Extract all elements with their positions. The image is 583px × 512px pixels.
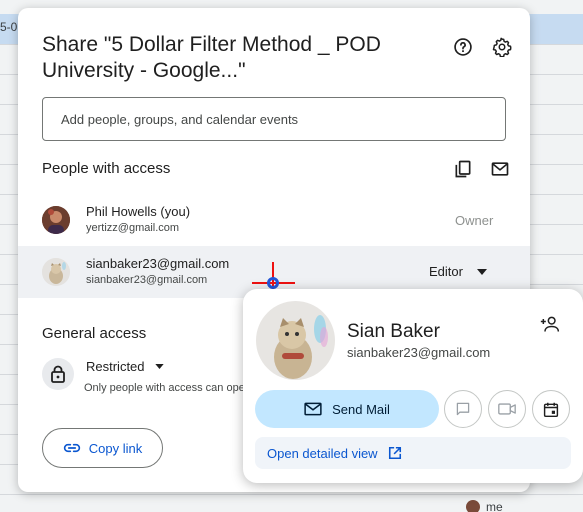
role-label: Editor xyxy=(429,264,463,279)
chat-button[interactable] xyxy=(444,390,482,428)
person-name: Phil Howells (you) xyxy=(86,204,191,219)
video-icon xyxy=(498,403,516,415)
bg-cell-text: 5-0 xyxy=(0,20,18,34)
avatar xyxy=(42,258,70,286)
schedule-event-button[interactable] xyxy=(532,390,570,428)
send-mail-label: Send Mail xyxy=(332,401,390,417)
person-hover-card: Sian Baker sianbaker23@gmail.com Send Ma… xyxy=(243,289,583,483)
open-detailed-view-link[interactable]: Open detailed view xyxy=(255,437,571,469)
mail-icon[interactable] xyxy=(489,158,511,180)
link-icon xyxy=(63,443,80,453)
person-name: sianbaker23@gmail.com xyxy=(86,256,230,271)
video-call-button[interactable] xyxy=(488,390,526,428)
bg-me-label: me xyxy=(486,500,503,512)
people-with-access-heading: People with access xyxy=(42,160,171,177)
add-people-placeholder: Add people, groups, and calendar events xyxy=(61,111,299,127)
add-people-input[interactable]: Add people, groups, and calendar events xyxy=(42,97,506,141)
person-email: sianbaker23@gmail.com xyxy=(86,274,208,286)
card-name: Sian Baker xyxy=(347,321,440,342)
role-dropdown[interactable]: Editor xyxy=(429,264,487,279)
calendar-icon xyxy=(543,402,559,417)
open-detail-label: Open detailed view xyxy=(267,445,378,461)
copy-link-button[interactable]: Copy link xyxy=(42,428,163,468)
bg-gridline xyxy=(0,494,583,495)
card-email: sianbaker23@gmail.com xyxy=(347,345,491,360)
dialog-title: Share "5 Dollar Filter Method _ POD Univ… xyxy=(42,33,381,82)
access-description: Only people with access can open with th… xyxy=(84,382,244,394)
person-email: yertizz@gmail.com xyxy=(86,222,180,234)
external-link-icon xyxy=(388,446,401,460)
gear-icon[interactable] xyxy=(491,36,513,58)
mail-icon xyxy=(304,402,322,416)
person-row[interactable]: Phil Howells (you) yertizz@gmail.com Own… xyxy=(18,194,530,246)
access-level-label: Restricted xyxy=(86,359,145,374)
chat-icon xyxy=(456,402,470,416)
copy-link-label: Copy link xyxy=(88,440,143,456)
access-level-dropdown[interactable]: Restricted xyxy=(86,359,164,374)
help-circle-icon[interactable] xyxy=(452,36,474,58)
avatar xyxy=(256,301,335,380)
add-person-icon[interactable] xyxy=(539,313,561,335)
general-access-heading: General access xyxy=(42,325,147,342)
role-owner: Owner xyxy=(455,213,494,228)
chevron-down-icon xyxy=(154,364,164,369)
chevron-down-icon xyxy=(476,268,487,275)
lock-icon xyxy=(42,358,74,390)
send-mail-button[interactable]: Send Mail xyxy=(255,390,439,428)
avatar xyxy=(42,206,70,234)
bg-me-chip: me xyxy=(466,500,503,512)
cursor-crosshair-center xyxy=(267,277,279,289)
copy-icon[interactable] xyxy=(452,158,474,180)
bg-me-avatar xyxy=(466,500,480,512)
